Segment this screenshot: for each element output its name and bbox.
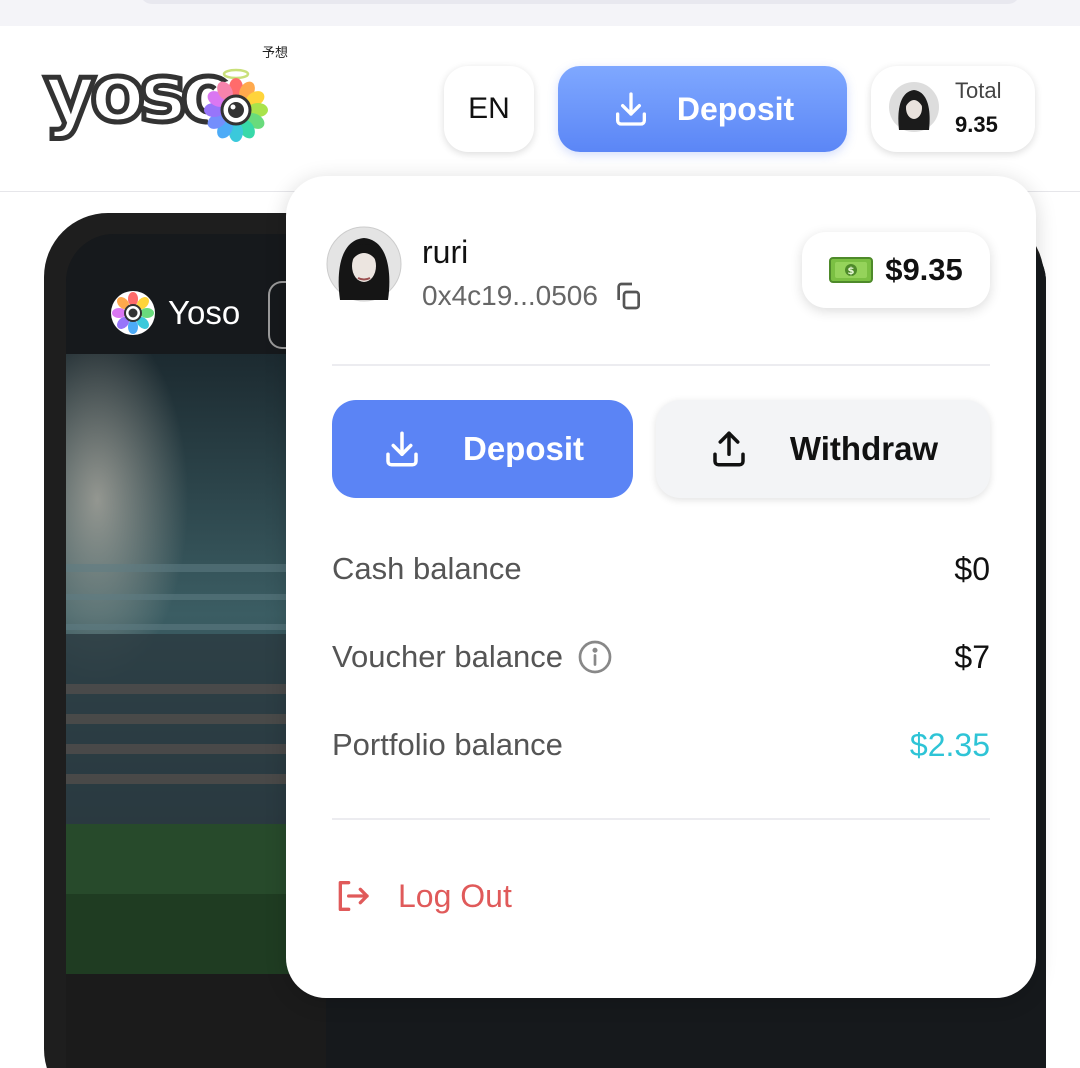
logout-label: Log Out xyxy=(398,877,512,914)
portfolio-balance-value: $2.35 xyxy=(909,726,990,763)
balance-chip: $ $9.35 xyxy=(802,232,990,308)
yoso-flower-icon xyxy=(204,68,268,142)
logout-button[interactable]: Log Out xyxy=(332,876,512,916)
cash-balance-label: Cash balance xyxy=(332,551,522,586)
total-label: Total xyxy=(955,78,1002,103)
cash-balance-row: Cash balance $0 xyxy=(332,544,990,594)
balance-chip-value: $9.35 xyxy=(885,252,963,287)
withdraw-label: Withdraw xyxy=(789,430,939,467)
logout-icon xyxy=(338,881,369,911)
yoso-logo[interactable]: yoso 予想 xyxy=(40,40,300,158)
svg-text:$: $ xyxy=(848,266,855,277)
username: ruri xyxy=(422,234,469,270)
voucher-balance-label-group: Voucher balance xyxy=(332,639,613,675)
upload-icon xyxy=(713,431,745,467)
deposit-button[interactable]: Deposit xyxy=(332,400,633,498)
voucher-balance-row: Voucher balance $7 xyxy=(332,632,990,682)
language-button[interactable]: EN xyxy=(444,66,534,152)
total-value: 9.35 xyxy=(955,112,998,137)
voucher-balance-value: $7 xyxy=(954,638,990,675)
mini-brand-name: Yoso xyxy=(168,294,241,331)
withdraw-button[interactable]: Withdraw xyxy=(656,400,990,498)
wallet-address-row: 0x4c19...0506 xyxy=(422,280,644,312)
yoso-flower-icon xyxy=(111,291,155,335)
divider xyxy=(332,364,990,366)
portfolio-balance-row: Portfolio balance $2.35 xyxy=(332,720,990,770)
deposit-label: Deposit xyxy=(462,430,584,467)
portfolio-balance-label: Portfolio balance xyxy=(332,727,563,762)
wallet-address: 0x4c19...0506 xyxy=(422,280,598,311)
address-bar xyxy=(140,0,1020,4)
logo-jp-text: 予想 xyxy=(262,46,289,61)
account-total-button[interactable]: Total 9.35 xyxy=(871,66,1035,152)
avatar xyxy=(889,82,939,132)
header-deposit-label: Deposit xyxy=(676,90,795,127)
copy-icon[interactable] xyxy=(612,280,644,312)
info-icon[interactable] xyxy=(577,639,613,675)
voucher-balance-label: Voucher balance xyxy=(332,639,563,674)
cash-icon: $ xyxy=(829,257,874,283)
top-strip xyxy=(0,0,1080,26)
account-dropdown: ruri 0x4c19...0506 $ $9.35 Deposit Withd… xyxy=(286,176,1036,998)
divider xyxy=(332,818,990,820)
download-icon xyxy=(615,92,646,126)
download-icon xyxy=(386,431,418,467)
mini-brand: Yoso xyxy=(110,290,240,336)
header-deposit-button[interactable]: Deposit xyxy=(558,66,847,152)
avatar xyxy=(326,226,402,302)
cash-balance-value: $0 xyxy=(954,550,990,587)
